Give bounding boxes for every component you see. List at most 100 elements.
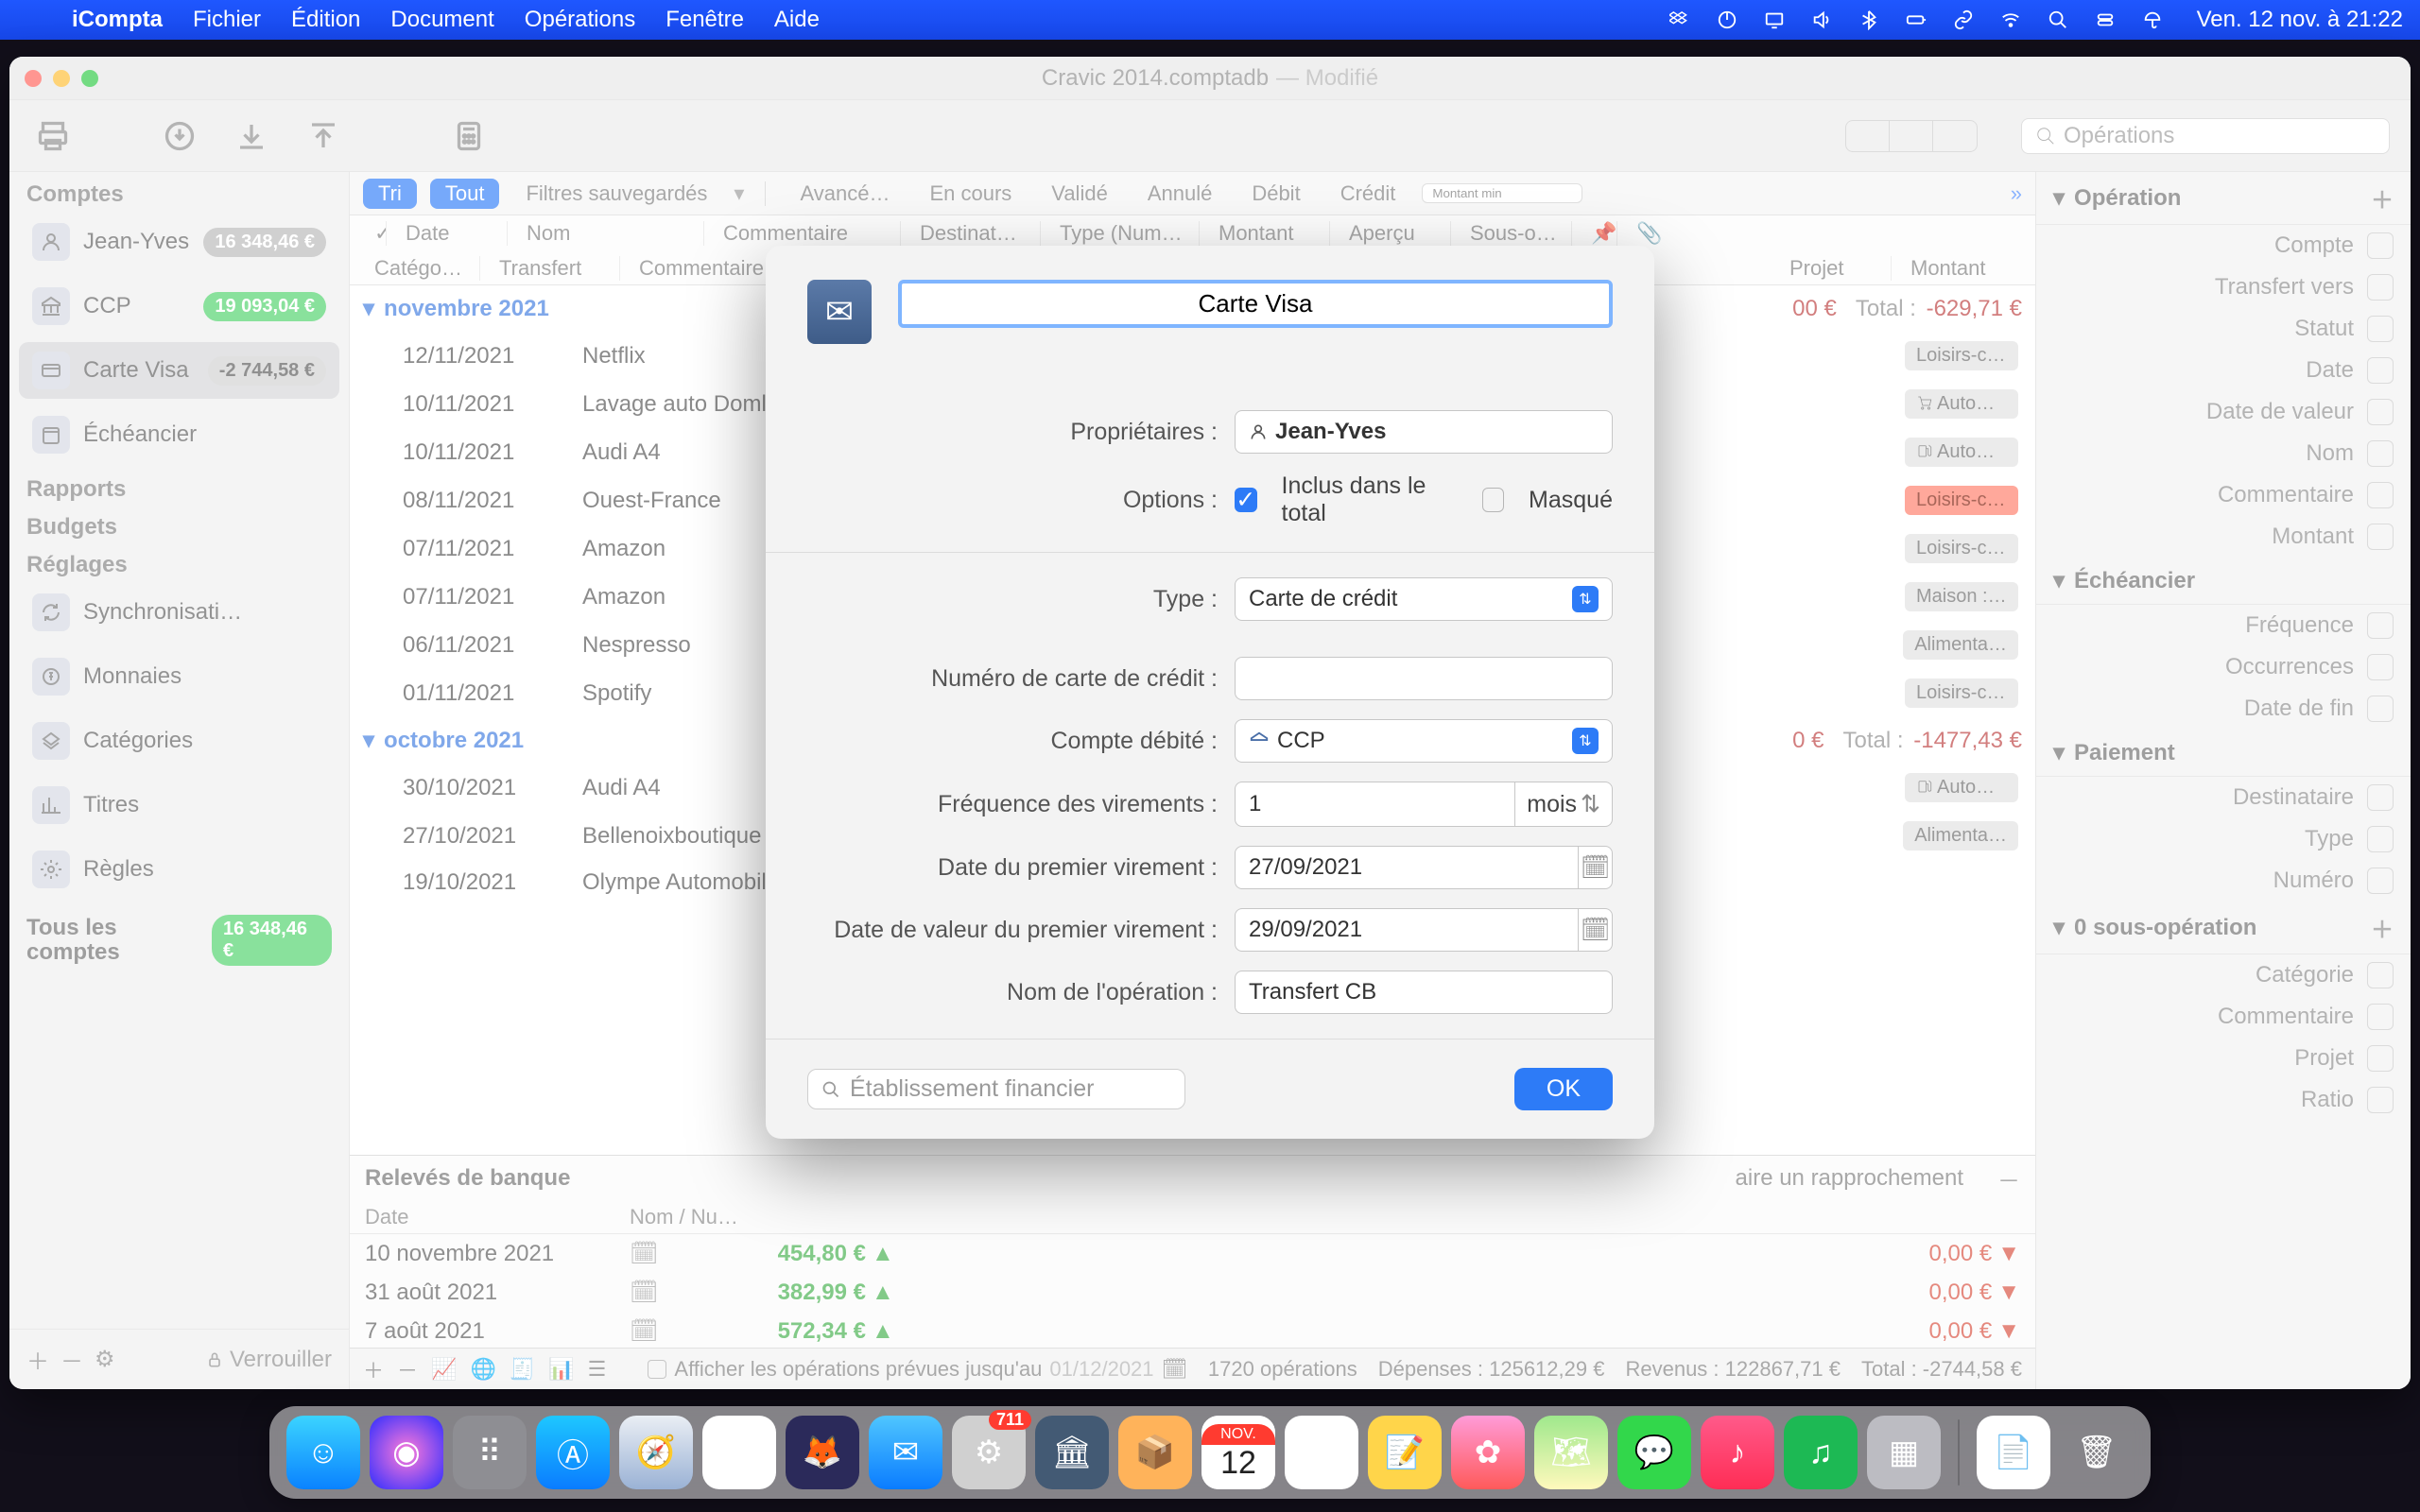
dock-photos[interactable]: ✿ bbox=[1451, 1416, 1525, 1489]
apple-menu-icon[interactable] bbox=[17, 8, 42, 32]
owner-field[interactable]: Jean-Yves bbox=[1235, 410, 1613, 454]
stepper[interactable] bbox=[2367, 962, 2394, 988]
dock-notes[interactable]: 📝 bbox=[1368, 1416, 1442, 1489]
checkbox-inclus[interactable]: ✓ bbox=[1235, 488, 1257, 512]
chart-icon[interactable]: 📈 bbox=[431, 1357, 457, 1382]
add-icon[interactable]: ＋ bbox=[363, 1354, 384, 1384]
stepper[interactable] bbox=[2367, 440, 2394, 467]
zoom-icon[interactable] bbox=[81, 70, 98, 87]
releve-row[interactable]: 7 août 2021 🗓︎ 572,34 € ▲ 0,00 € ▼ bbox=[350, 1312, 2035, 1350]
app-name[interactable]: iCompta bbox=[72, 7, 163, 33]
filter-debit[interactable]: Débit bbox=[1238, 179, 1313, 209]
ok-button[interactable]: OK bbox=[1514, 1068, 1613, 1110]
gear-icon[interactable]: ⚙︎ bbox=[95, 1346, 115, 1373]
col-montant[interactable]: Montant bbox=[1207, 221, 1330, 246]
minus-icon[interactable]: － bbox=[1982, 1162, 2035, 1195]
freq-value-input[interactable] bbox=[1235, 782, 1515, 827]
add-icon[interactable]: ＋ bbox=[26, 1343, 49, 1376]
view-segments[interactable] bbox=[1845, 120, 1978, 152]
menu-edition[interactable]: Édition bbox=[291, 7, 360, 33]
battery-icon[interactable] bbox=[1904, 8, 1928, 32]
wifi-icon[interactable] bbox=[1998, 8, 2023, 32]
globe-icon[interactable]: 🌐 bbox=[470, 1357, 495, 1382]
menu-fenetre[interactable]: Fenêtre bbox=[666, 7, 744, 33]
filter-valide[interactable]: Validé bbox=[1038, 179, 1121, 209]
pill-tri[interactable]: Tri bbox=[363, 179, 417, 209]
filter-encours[interactable]: En cours bbox=[916, 179, 1025, 209]
minimize-icon[interactable] bbox=[53, 70, 70, 87]
dock-music[interactable]: ♪ bbox=[1701, 1416, 1774, 1489]
sidebar-regles[interactable]: Règles bbox=[19, 841, 339, 898]
stepper[interactable] bbox=[2367, 654, 2394, 680]
power-icon[interactable] bbox=[1715, 8, 1739, 32]
saved-filters[interactable]: Filtres sauvegardés bbox=[512, 179, 720, 209]
col-projet[interactable]: Projet bbox=[1778, 256, 1892, 281]
stepper[interactable] bbox=[2367, 316, 2394, 342]
valuedate-input[interactable] bbox=[1235, 908, 1579, 952]
add-icon[interactable]: ＋ bbox=[2371, 181, 2394, 215]
dock-calendar[interactable]: NOV.12 bbox=[1201, 1416, 1275, 1489]
freq-unit-stepper[interactable]: mois⇅ bbox=[1515, 782, 1613, 827]
stepper[interactable] bbox=[2367, 524, 2394, 550]
checkbox[interactable] bbox=[648, 1360, 666, 1379]
calendar-picker-icon[interactable]: 🗓︎ bbox=[1579, 846, 1613, 889]
stepper[interactable] bbox=[2367, 784, 2394, 811]
remove-icon[interactable]: － bbox=[397, 1354, 418, 1384]
dock-box[interactable]: 📦 bbox=[1118, 1416, 1192, 1489]
stepper[interactable] bbox=[2367, 1045, 2394, 1072]
stepper[interactable] bbox=[2367, 612, 2394, 639]
filter-avance[interactable]: Avancé… bbox=[786, 179, 903, 209]
reconcile-link[interactable]: aire un rapprochement bbox=[1717, 1165, 1982, 1192]
col-date[interactable]: Date bbox=[365, 1205, 630, 1229]
more-icon[interactable]: » bbox=[2011, 181, 2022, 206]
debited-select[interactable]: CCP ⇅ bbox=[1235, 719, 1613, 763]
section-echeancier[interactable]: ▾ Échéancier bbox=[2036, 558, 2411, 605]
print-button[interactable] bbox=[30, 113, 76, 159]
account-name-input[interactable] bbox=[898, 280, 1613, 328]
checkbox-masque[interactable] bbox=[1482, 488, 1505, 512]
sidebar-account-ccp[interactable]: CCP 19 093,04 € bbox=[19, 278, 339, 335]
receipt-icon[interactable]: 🧾 bbox=[510, 1357, 535, 1382]
dropbox-icon[interactable] bbox=[1668, 8, 1692, 32]
sidebar-account-cartevisa[interactable]: Carte Visa -2 744,58 € bbox=[19, 342, 339, 399]
col-date[interactable]: Date bbox=[394, 221, 508, 246]
dock-maps[interactable]: 🗺︎ bbox=[1534, 1416, 1608, 1489]
bluetooth-icon[interactable] bbox=[1857, 8, 1881, 32]
stepper[interactable] bbox=[2367, 696, 2394, 722]
opname-input[interactable] bbox=[1235, 971, 1613, 1014]
dock-app[interactable]: ▦ bbox=[1867, 1416, 1941, 1489]
filter-credit[interactable]: Crédit bbox=[1327, 179, 1409, 209]
menu-aide[interactable]: Aide bbox=[774, 7, 820, 33]
lock-button[interactable]: Verrouiller bbox=[205, 1347, 332, 1373]
dock-firefox[interactable]: 🦊 bbox=[786, 1416, 859, 1489]
chevron-down-icon[interactable]: ▾ bbox=[363, 295, 374, 322]
sidebar-titres[interactable]: Titres bbox=[19, 777, 339, 833]
filter-annule[interactable]: Annulé bbox=[1134, 179, 1226, 209]
col-nom[interactable]: Nom / Nu… bbox=[630, 1205, 866, 1229]
dock-chrome[interactable]: ◎ bbox=[702, 1416, 776, 1489]
pin-icon[interactable]: 📌 bbox=[1580, 221, 1617, 246]
stepper[interactable] bbox=[2367, 357, 2394, 384]
stepper[interactable] bbox=[2367, 1004, 2394, 1030]
calculator-button[interactable] bbox=[446, 113, 492, 159]
type-select[interactable]: Carte de crédit⇅ bbox=[1235, 577, 1613, 621]
pill-tout[interactable]: Tout bbox=[430, 179, 500, 209]
sidebar-monnaies[interactable]: Monnaies bbox=[19, 648, 339, 705]
section-operation[interactable]: ▾ Opération＋ bbox=[2036, 172, 2411, 225]
close-icon[interactable] bbox=[25, 70, 42, 87]
montant-min-input[interactable] bbox=[1422, 183, 1582, 203]
col-categorie[interactable]: Catégo… bbox=[363, 256, 480, 281]
stepper[interactable] bbox=[2367, 868, 2394, 894]
dock-reminders[interactable]: ☑︎ bbox=[1285, 1416, 1358, 1489]
col-montant2[interactable]: Montant bbox=[1899, 256, 2022, 281]
dock-spotify[interactable]: ♫ bbox=[1784, 1416, 1858, 1489]
remove-icon[interactable]: － bbox=[60, 1343, 83, 1376]
dock-siri[interactable]: ◉ bbox=[370, 1416, 443, 1489]
firstdate-input[interactable] bbox=[1235, 846, 1579, 889]
calendar-icon[interactable]: 🗓︎ bbox=[1162, 1357, 1188, 1382]
stepper[interactable] bbox=[2367, 482, 2394, 508]
dock-mail[interactable]: ✉︎ bbox=[869, 1416, 942, 1489]
attach-icon[interactable]: 📎 bbox=[1625, 221, 1663, 246]
col-apercu[interactable]: Aperçu bbox=[1338, 221, 1451, 246]
releve-row[interactable]: 10 novembre 2021 🗓︎ 454,80 € ▲ 0,00 € ▼ bbox=[350, 1234, 2035, 1273]
